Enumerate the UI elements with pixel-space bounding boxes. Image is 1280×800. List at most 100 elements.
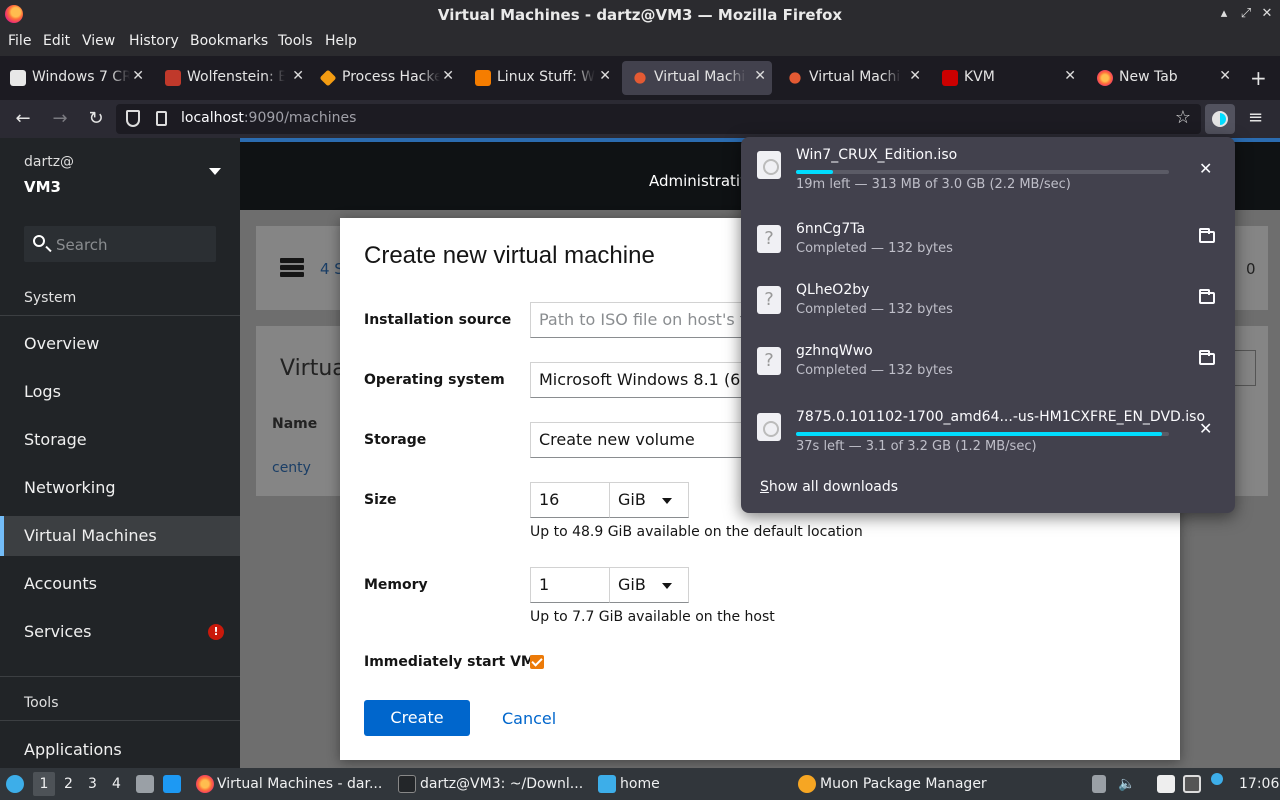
tab-close-icon[interactable]: ✕ [599,68,611,84]
host-name[interactable]: VM3 [24,178,61,196]
storage-select[interactable]: Create new volume [530,422,760,458]
tab-close-icon[interactable]: ✕ [292,68,304,84]
task-muon[interactable]: Muon Package Manager [820,776,987,792]
download-progress-bar [796,170,1169,174]
open-folder-icon[interactable] [1199,228,1215,243]
menu-view[interactable]: View [82,33,115,49]
tab-linux-stuff[interactable]: Linux Stuff: Web ✕ [465,61,617,95]
workspace-2[interactable]: 2 [64,776,73,792]
firefox-icon [196,775,214,793]
size-input[interactable]: 16 [530,482,610,518]
task-terminal[interactable]: dartz@VM3: ~/Downl... [420,776,583,792]
start-vm-checkbox[interactable] [530,655,544,669]
volume-icon[interactable]: 🔈 [1118,776,1135,792]
sidebar-item-storage[interactable]: Storage [0,420,240,460]
menu-bookmarks[interactable]: Bookmarks [190,33,268,49]
tab-new-tab[interactable]: New Tab ✕ [1087,61,1237,95]
task-firefox[interactable]: Virtual Machines - dar... [217,776,382,792]
task-home[interactable]: home [620,776,660,792]
os-select[interactable]: Microsoft Windows 8.1 (6.3) [530,362,760,398]
tab-wolfenstein[interactable]: Wolfenstein: Enemy ✕ [155,61,310,95]
tab-close-icon[interactable]: ✕ [1064,68,1076,84]
back-button[interactable]: ← [12,108,34,129]
tab-kvm[interactable]: KVM ✕ [932,61,1082,95]
tab-process-hacker[interactable]: Process Hacker ✕ [310,61,460,95]
download-item[interactable]: ? QLheO2by Completed — 132 bytes [741,272,1235,333]
reload-button[interactable]: ↻ [85,108,107,129]
page-info-icon[interactable] [156,111,167,126]
download-item[interactable]: ? gzhnqWwo Completed — 132 bytes [741,333,1235,394]
sidebar-item-services[interactable]: Services ! [0,612,240,652]
tab-close-icon[interactable]: ✕ [909,68,921,84]
sidebar-search-input[interactable]: Search [24,226,216,262]
caret-down-icon [662,583,672,589]
tracking-shield-icon[interactable] [126,110,140,127]
show-all-downloads-button[interactable]: Show all downloads [760,479,898,495]
unknown-file-icon: ? [757,225,781,253]
menu-hamburger-icon[interactable]: ≡ [1248,107,1263,128]
cancel-download-icon[interactable]: ✕ [1199,159,1212,178]
app-launcher-icon[interactable] [6,775,24,793]
host-user[interactable]: dartz@ [24,154,74,170]
menu-history[interactable]: History [129,33,179,49]
close-window-button[interactable]: ✕ [1260,7,1274,21]
sidebar-item-virtual-machines[interactable]: Virtual Machines [0,516,240,556]
tab-close-icon[interactable]: ✕ [442,68,454,84]
size-unit-select[interactable]: GiB [609,482,689,518]
notification-icon[interactable] [1211,773,1223,785]
cancel-download-icon[interactable]: ✕ [1199,419,1212,438]
sidebar-item-applications[interactable]: Applications [0,730,240,770]
tab-virtual-machines-active[interactable]: Virtual Machines ✕ [622,61,772,95]
show-desktop-icon[interactable] [163,775,181,793]
open-folder-icon[interactable] [1199,289,1215,304]
install-source-input[interactable]: Path to ISO file on host's file [530,302,770,338]
workspace-3[interactable]: 3 [88,776,97,792]
url-text[interactable]: localhost:9090/machines [181,110,356,126]
sidebar-item-overview[interactable]: Overview [0,324,240,364]
download-item[interactable]: ? 6nnCg7Ta Completed — 132 bytes [741,211,1235,272]
minimize-button[interactable]: ▴ [1217,7,1231,21]
files-icon[interactable] [136,775,154,793]
downloads-button[interactable] [1205,104,1235,134]
tab-close-icon[interactable]: ✕ [754,68,766,84]
search-icon [33,235,45,247]
tab-label: New Tab [1119,69,1178,85]
menu-edit[interactable]: Edit [43,33,70,49]
download-item[interactable]: Win7_CRUX_Edition.iso 19m left — 313 MB … [741,137,1235,198]
download-progress-icon [1212,111,1228,127]
clipboard-icon[interactable] [1157,775,1175,793]
size-label: Size [364,492,397,508]
sidebar-item-networking[interactable]: Networking [0,468,240,508]
url-bar[interactable]: localhost:9090/machines ☆ [116,104,1201,134]
tab-virtual-machines[interactable]: Virtual Machines ✕ [777,61,927,95]
tab-label: Virtual Machines [654,69,746,85]
forward-button[interactable]: → [49,108,71,129]
maximize-button[interactable]: ⤢ [1239,7,1253,21]
cancel-button[interactable]: Cancel [502,709,556,728]
nav-divider [0,676,240,677]
tab-label: Process Hacker [342,69,440,85]
menu-help[interactable]: Help [325,33,357,49]
download-status: 37s left — 3.1 of 3.2 GB (1.2 MB/sec) [796,439,1037,454]
new-tab-button[interactable]: + [1250,66,1267,90]
open-folder-icon[interactable] [1199,350,1215,365]
tray-arrow-icon[interactable] [1092,775,1106,793]
memory-unit-select[interactable]: GiB [609,567,689,603]
sidebar-item-logs[interactable]: Logs [0,372,240,412]
sidebar-item-accounts[interactable]: Accounts [0,564,240,604]
host-dropdown-icon[interactable] [209,168,221,175]
bookmark-star-icon[interactable]: ☆ [1175,107,1191,128]
workspace-4[interactable]: 4 [112,776,121,792]
terminal-icon [398,775,416,793]
menu-tools[interactable]: Tools [278,33,313,49]
clock[interactable]: 17:06 [1239,776,1279,792]
tab-close-icon[interactable]: ✕ [132,68,144,84]
menu-file[interactable]: File [8,33,31,49]
download-item[interactable]: 7875.0.101102-1700_amd64...-us-HM1CXFRE_… [741,399,1235,460]
memory-input[interactable]: 1 [530,567,610,603]
tab-close-icon[interactable]: ✕ [1219,68,1231,84]
create-button[interactable]: Create [364,700,470,736]
tab-windows7-crux[interactable]: Windows 7 CRUX ✕ [0,61,150,95]
network-icon[interactable] [1183,775,1201,793]
workspace-1[interactable]: 1 [33,772,55,796]
